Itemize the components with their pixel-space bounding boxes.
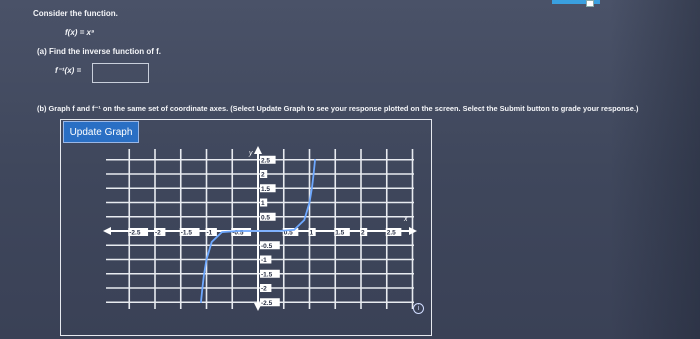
x-axis-letter: x — [403, 216, 408, 223]
y-tick-label: -1 — [261, 257, 267, 264]
part-b-label: (b) Graph f and f⁻¹ on the same set of c… — [37, 104, 639, 113]
y-axis-letter: y — [248, 150, 253, 157]
y-tick-label: -1.5 — [261, 271, 273, 278]
x-axis-arrow-left — [103, 227, 111, 235]
x-tick-label: -1.5 — [181, 230, 193, 237]
background-shade — [610, 0, 700, 339]
y-tick-label: 1 — [261, 200, 265, 207]
y-tick-label: 0.5 — [261, 214, 270, 221]
x-tick-label: 1 — [310, 230, 314, 237]
y-tick-label: 1.5 — [261, 186, 270, 193]
y-tick-label: -2.5 — [261, 300, 273, 307]
y-axis-arrow-up — [254, 146, 262, 154]
instruction-text: Consider the function. — [33, 9, 118, 18]
inverse-label: f⁻¹(x) = — [55, 66, 82, 75]
inverse-answer-input[interactable] — [92, 63, 149, 83]
x-tick-label: 2.5 — [387, 230, 396, 237]
coordinate-graph[interactable]: xy-2.5 -2 -1.5 -1 -0.5 0.5 1 1.5 2 2.52.521.510.5… — [100, 143, 420, 313]
x-tick-label: 2 — [361, 230, 365, 237]
update-graph-button[interactable]: Update Graph — [63, 121, 139, 143]
info-icon[interactable]: i — [413, 303, 424, 314]
x-tick-label: 1.5 — [335, 230, 344, 237]
function-definition: f(x) = x⁹ — [65, 28, 95, 37]
y-tick-label: 2.5 — [261, 157, 270, 164]
y-tick-label: -2 — [261, 286, 267, 293]
x-tick-label: -2 — [155, 230, 161, 237]
y-tick-label: -0.5 — [261, 243, 273, 250]
y-tick-label: 2 — [261, 172, 265, 179]
x-tick-label: -1 — [207, 230, 213, 237]
part-a-label: (a) Find the inverse function of f. — [37, 47, 161, 56]
x-tick-label: -2.5 — [129, 230, 141, 237]
progress-marker — [586, 0, 594, 7]
